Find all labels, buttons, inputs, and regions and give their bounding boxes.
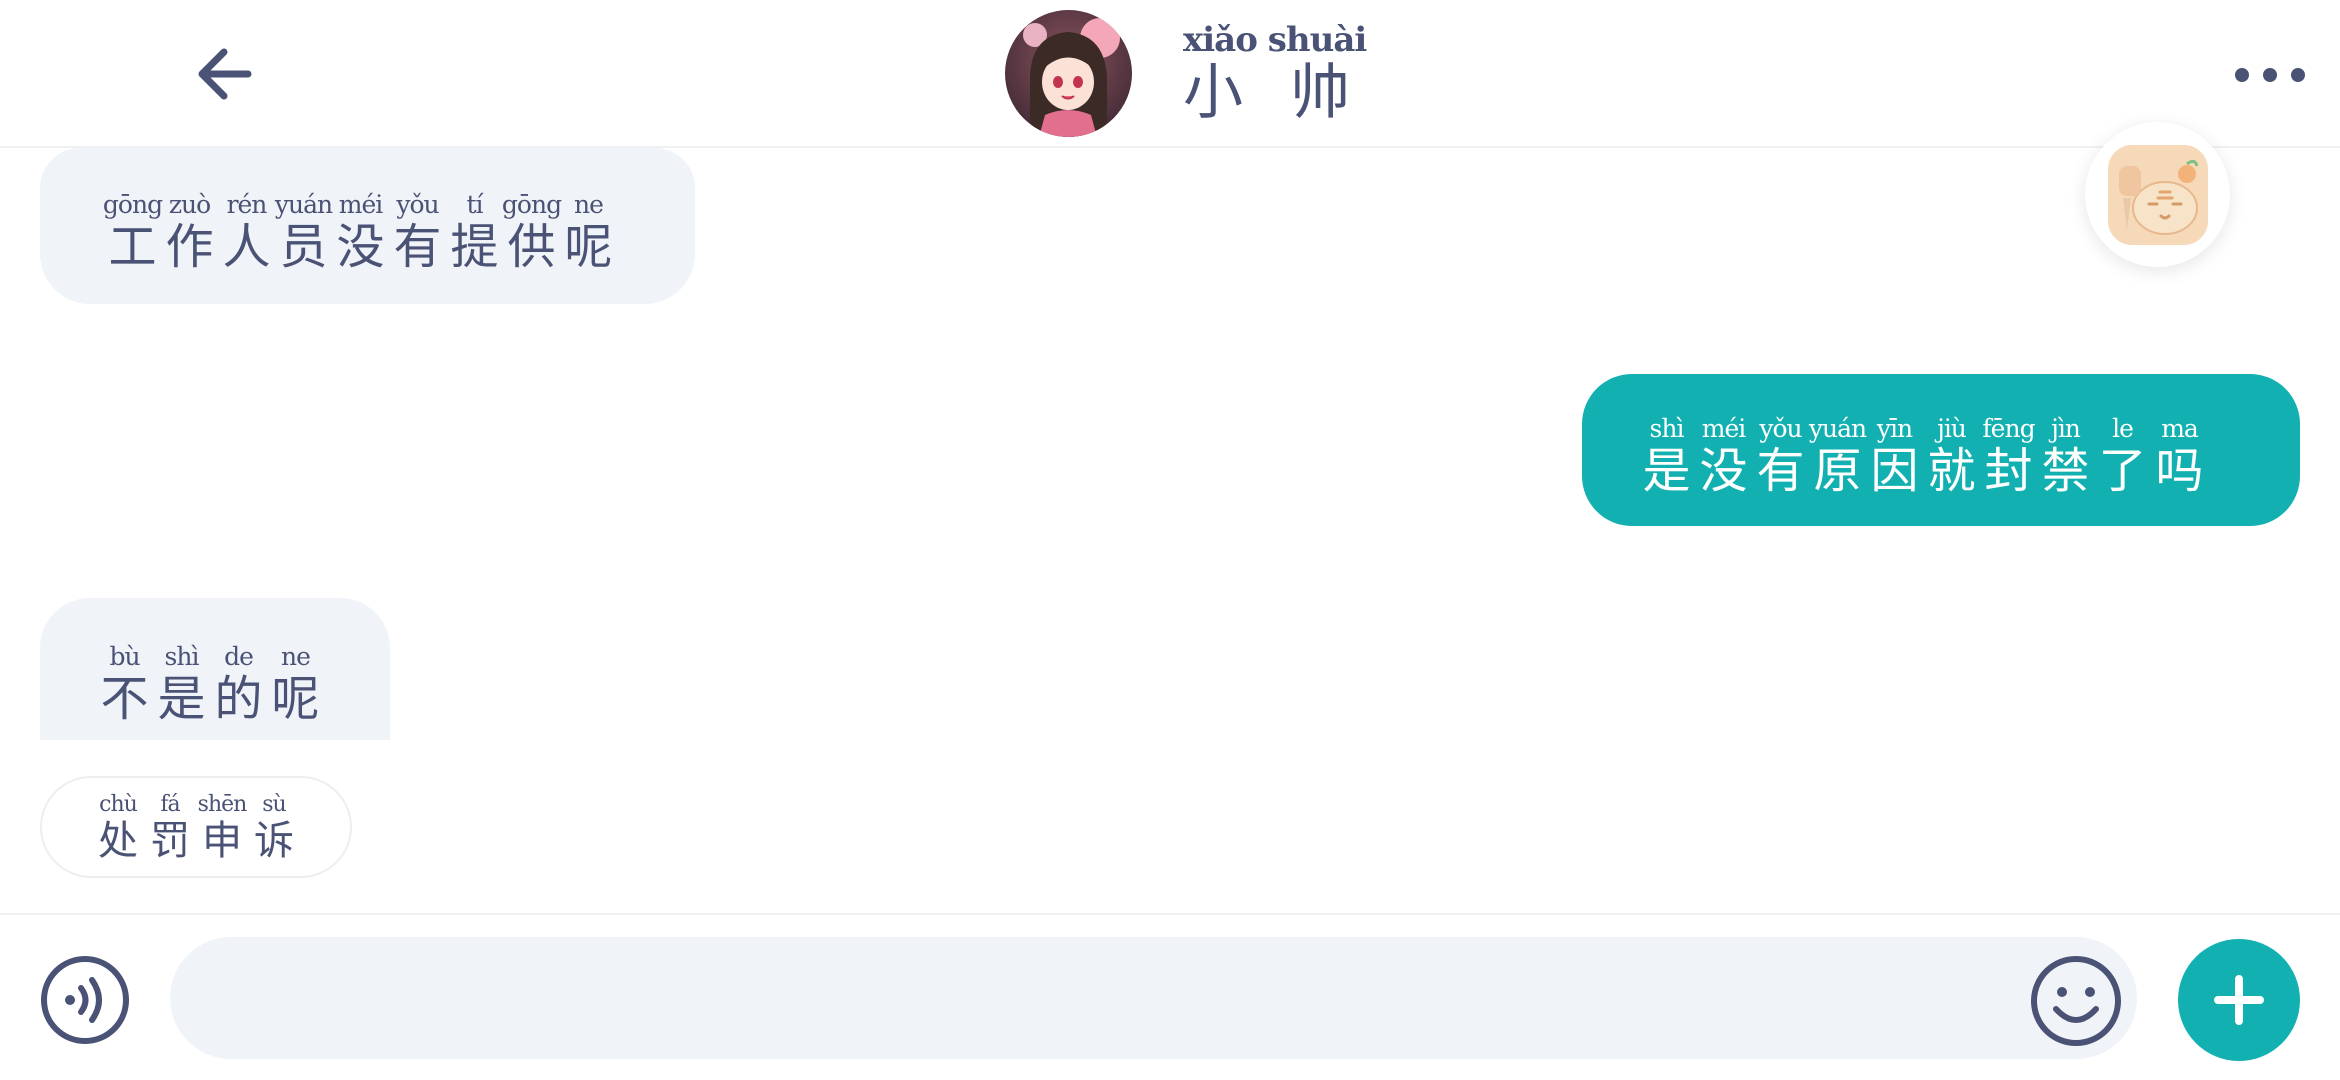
ruby-char: shì 是 xyxy=(1642,414,1691,499)
more-options-button[interactable] xyxy=(2230,60,2310,90)
contact-name-pinyin: xiǎo shuài xyxy=(1183,20,1367,60)
ruby-char: yǒu 有 xyxy=(1756,414,1805,499)
back-button[interactable] xyxy=(190,44,260,104)
message-text: bù 不 shì 是 de 的 ne 呢 xyxy=(96,642,390,726)
chat-header: xiǎo shuài 小 帅 xyxy=(0,0,2340,148)
ruby-char: yuán 原 xyxy=(1808,414,1867,499)
ruby-char: bù 不 xyxy=(100,642,149,727)
ruby-char: méi 没 xyxy=(1699,414,1748,499)
ruby-char: yuán 员 xyxy=(274,190,333,275)
ruby-char: rén 人 xyxy=(222,190,271,275)
message-text: gōng 工 zuò 作 rén 人 yuán 员 méi 没 yǒu 有 tí 提 gōng… xyxy=(102,190,695,275)
message-bubble-outgoing[interactable]: shì 是 méi 没 yǒu 有 yuán 原 yīn 因 jiù 就 fēng 封 jìn… xyxy=(1582,374,2300,526)
ruby-char: gōng 工 xyxy=(102,190,163,275)
ruby-char: jìn 禁 xyxy=(2041,414,2090,499)
ruby-char: yīn 因 xyxy=(1870,414,1919,499)
ruby-char: sù 诉 xyxy=(254,792,294,864)
ruby-char: yǒu 有 xyxy=(393,190,442,275)
ruby-char: ne 呢 xyxy=(564,190,613,275)
ruby-char: le 了 xyxy=(2098,414,2147,499)
message-list[interactable]: gōng 工 zuò 作 rén 人 yuán 员 méi 没 yǒu 有 tí 提 gōng… xyxy=(0,148,2340,913)
floating-sticker-button[interactable] xyxy=(2085,122,2230,267)
contact-name-hanzi: 小 帅 xyxy=(1183,58,1365,128)
plus-icon xyxy=(2214,975,2264,1025)
voice-icon xyxy=(41,956,129,1044)
ruby-char: fēng 封 xyxy=(1982,414,2035,499)
quick-reply-text: chù 处 fá 罚 shēn 申 sù 诉 xyxy=(92,792,350,864)
contact-name: xiǎo shuài 小 帅 xyxy=(1183,18,1383,126)
emoji-button[interactable] xyxy=(2030,955,2122,1047)
add-attachment-button[interactable] xyxy=(2178,939,2300,1061)
composer-bar xyxy=(0,913,2340,1080)
ruby-char: ma 吗 xyxy=(2155,414,2204,499)
smiley-icon xyxy=(2031,956,2121,1046)
ruby-char: de 的 xyxy=(214,642,263,727)
message-bubble-incoming[interactable]: bù 不 shì 是 de 的 ne 呢 xyxy=(40,598,390,740)
ruby-char: tí 提 xyxy=(450,190,499,275)
ruby-char: shì 是 xyxy=(157,642,206,727)
ruby-char: fá 罚 xyxy=(150,792,190,864)
ruby-char: méi 没 xyxy=(336,190,385,275)
ruby-char: jiù 就 xyxy=(1927,414,1976,499)
ruby-char: shēn 申 xyxy=(197,792,248,864)
message-text: shì 是 méi 没 yǒu 有 yuán 原 yīn 因 jiù 就 fēng 封 jìn… xyxy=(1638,414,2300,498)
voice-input-button[interactable] xyxy=(40,955,130,1045)
ruby-char: zuò 作 xyxy=(165,190,214,275)
message-bubble-incoming[interactable]: gōng 工 zuò 作 rén 人 yuán 员 méi 没 yǒu 有 tí 提 gōng… xyxy=(40,148,695,304)
message-input[interactable] xyxy=(170,937,2137,1059)
quick-reply-chip[interactable]: chù 处 fá 罚 shēn 申 sù 诉 xyxy=(40,776,352,878)
contact-avatar[interactable] xyxy=(1005,10,1132,137)
ruby-char: gōng 供 xyxy=(501,190,562,275)
more-horizontal-icon xyxy=(2235,68,2305,82)
ruby-char: ne 呢 xyxy=(271,642,320,727)
avatar-image xyxy=(1005,10,1132,137)
ruby-char: chù 处 xyxy=(98,792,138,864)
arrow-left-icon xyxy=(198,48,252,100)
tiger-sticker-icon xyxy=(2107,144,2208,245)
